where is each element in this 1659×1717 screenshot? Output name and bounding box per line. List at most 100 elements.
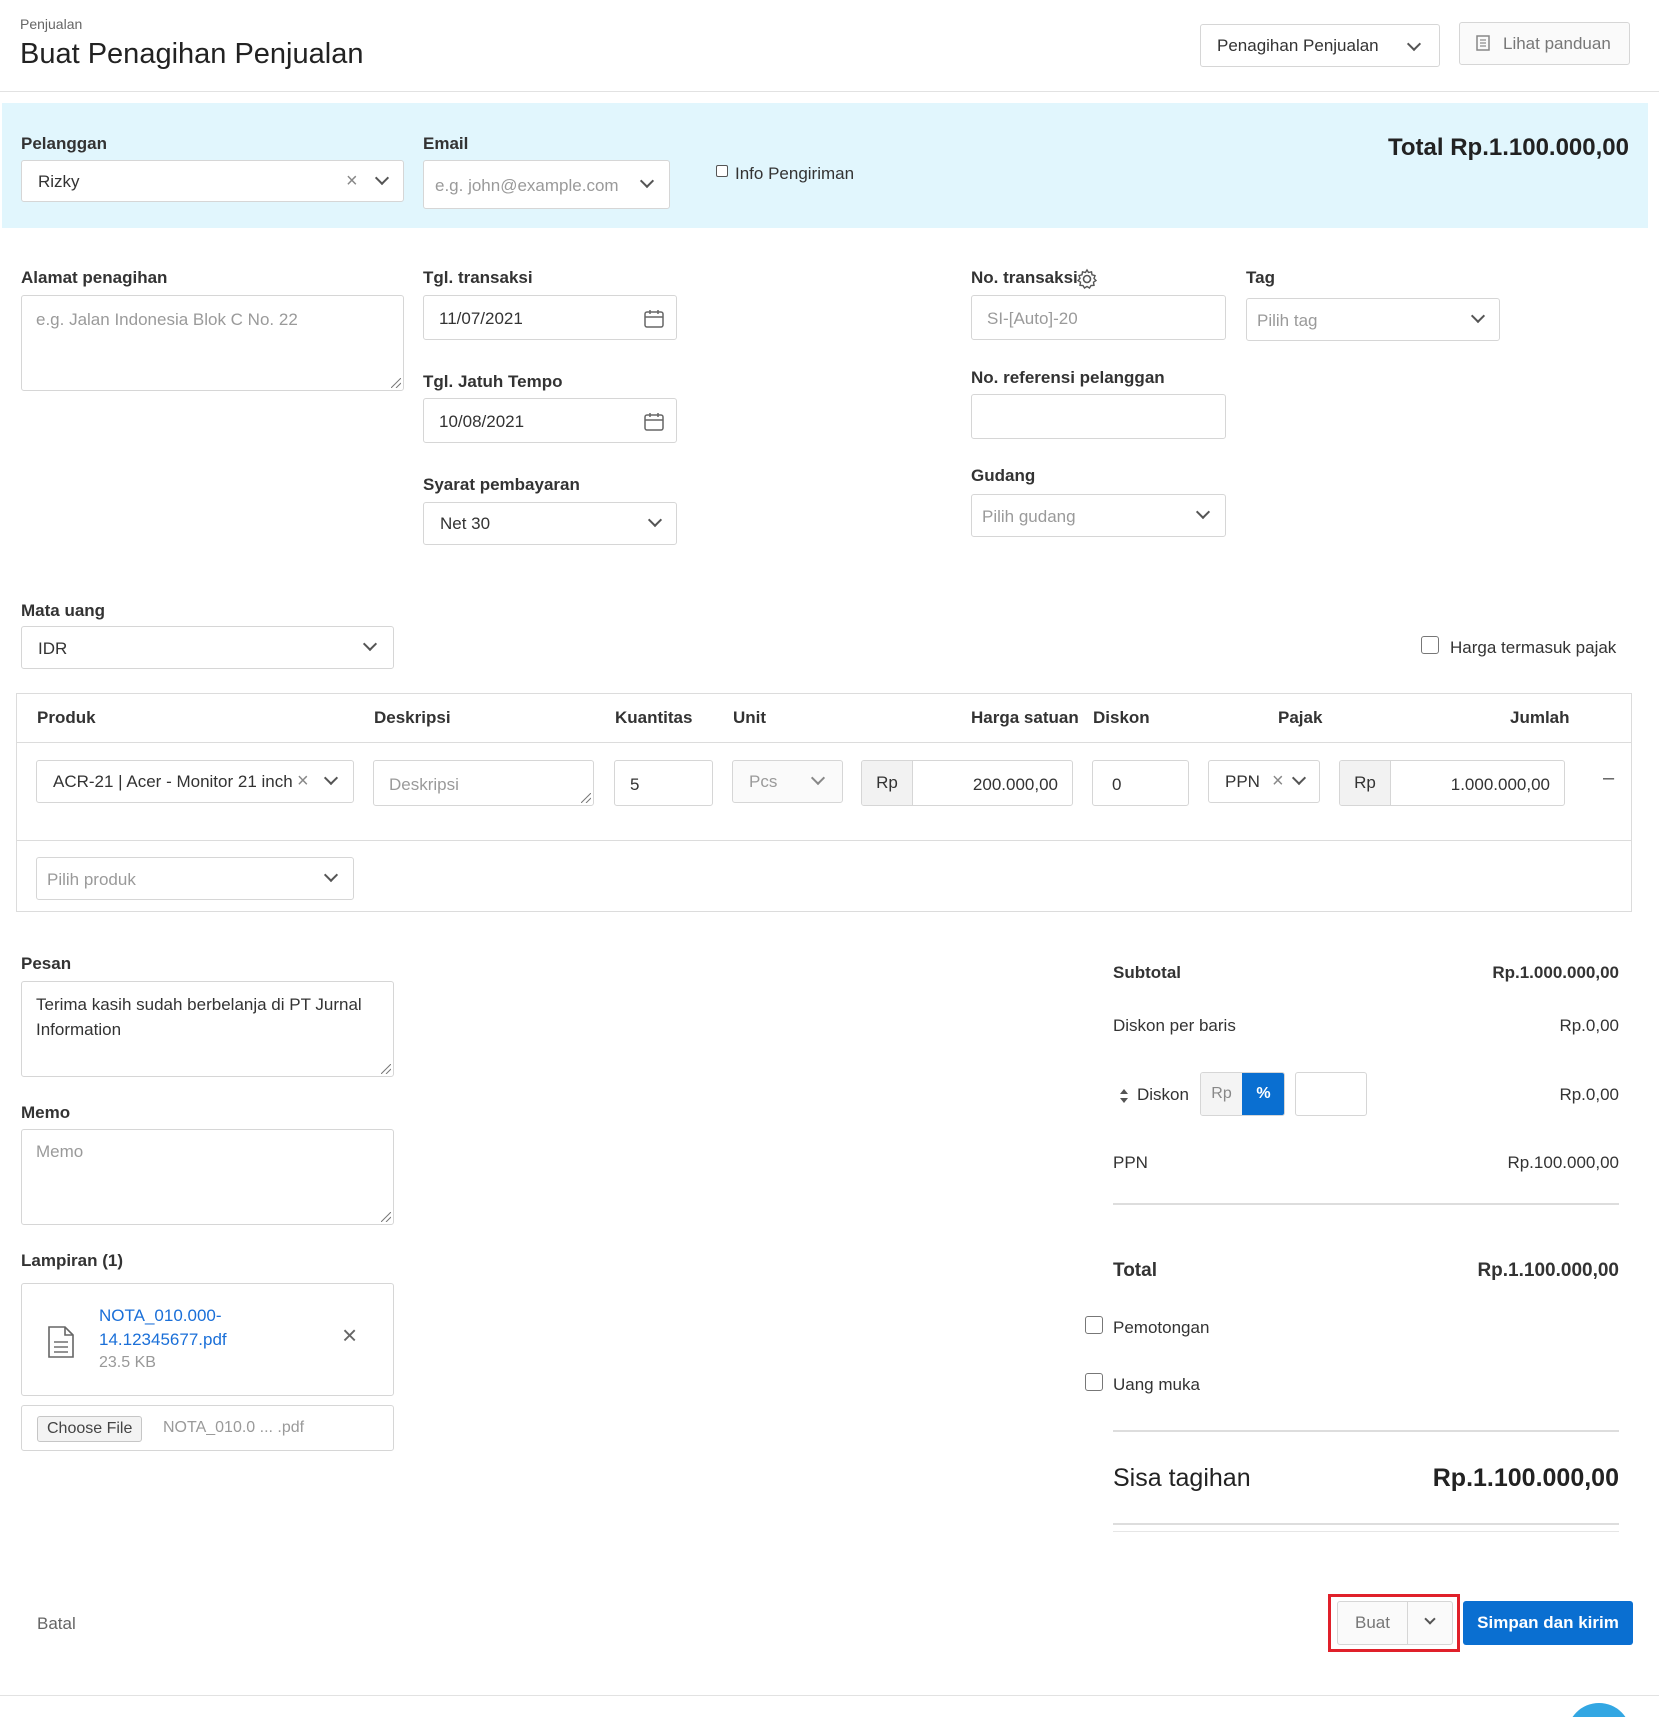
calendar-icon[interactable] (644, 412, 664, 431)
book-icon (1476, 35, 1490, 51)
gear-icon[interactable] (1076, 268, 1098, 290)
tax-select[interactable]: PPN × (1208, 760, 1320, 803)
create-button[interactable]: Buat (1338, 1602, 1408, 1644)
warehouse-select[interactable]: Pilih gudang (971, 494, 1226, 537)
add-product-select[interactable]: Pilih produk (36, 857, 354, 900)
clear-icon[interactable]: × (297, 771, 309, 791)
guide-button[interactable]: Lihat panduan (1459, 22, 1630, 65)
amount-prefix: Rp (1340, 761, 1391, 805)
payment-terms-label: Syarat pembayaran (423, 475, 580, 494)
shipping-info-checkbox[interactable] (716, 165, 728, 177)
sort-icon[interactable] (1119, 1088, 1129, 1104)
resize-handle-icon[interactable] (581, 793, 591, 803)
header-description: Deskripsi (374, 708, 451, 727)
quantity-field[interactable]: 5 (614, 760, 713, 806)
transaction-no-field[interactable]: SI-[Auto]-20 (971, 295, 1226, 340)
choose-file-button[interactable]: Choose File (37, 1416, 143, 1442)
unit-price-field[interactable]: Rp 200.000,00 (861, 760, 1073, 806)
description-placeholder: Deskripsi (389, 775, 459, 794)
withholding-label: Pemotongan (1113, 1318, 1210, 1337)
tax-value: PPN (1225, 772, 1260, 791)
customer-ref-field[interactable] (971, 394, 1226, 439)
balance-label: Sisa tagihan (1113, 1464, 1251, 1492)
transaction-no-label: No. transaksi (971, 268, 1078, 287)
resize-handle-icon[interactable] (391, 378, 401, 388)
amount-field: Rp 1.000.000,00 (1339, 760, 1565, 806)
header-unit: Unit (733, 708, 767, 727)
unit-price-value: 200.000,00 (972, 775, 1058, 794)
price-incl-tax-checkbox[interactable] (1421, 636, 1439, 654)
chat-widget-button[interactable] (1567, 1703, 1631, 1717)
description-field[interactable]: Deskripsi (373, 760, 594, 806)
resize-handle-icon[interactable] (381, 1212, 391, 1222)
currency-label: Mata uang (21, 601, 106, 620)
clear-icon[interactable]: × (346, 171, 358, 191)
calendar-icon[interactable] (644, 309, 664, 328)
tag-select[interactable]: Pilih tag (1246, 298, 1500, 341)
message-label: Pesan (21, 954, 72, 973)
warehouse-placeholder: Pilih gudang (982, 507, 1076, 526)
attachment-name-line2: 14.12345677.pdf (99, 1330, 227, 1349)
summary-divider (1113, 1523, 1619, 1525)
breadcrumb[interactable]: Penjualan (20, 16, 82, 32)
discount-field[interactable]: 0 (1092, 760, 1189, 806)
customer-select[interactable]: Rizky × (21, 160, 404, 202)
chevron-down-icon (647, 512, 663, 528)
header-product: Produk (37, 708, 96, 727)
summary-divider (1113, 1430, 1619, 1432)
create-options-button[interactable] (1408, 1602, 1453, 1644)
warehouse-label: Gudang (971, 466, 1036, 485)
tag-label: Tag (1246, 268, 1275, 287)
withholding-checkbox[interactable] (1085, 1316, 1103, 1334)
email-label: Email (423, 134, 469, 153)
unit-select[interactable]: Pcs (732, 760, 843, 803)
subtotal-value: Rp.1.000.000,00 (1492, 963, 1619, 982)
transaction-date-field[interactable]: 11/07/2021 (423, 295, 677, 340)
page-bottom-border (0, 1695, 1659, 1696)
file-picker[interactable]: Choose File NOTA_010.0 ... .pdf (21, 1405, 394, 1451)
attachment-file-link[interactable]: NOTA_010.000- 14.12345677.pdf (99, 1304, 227, 1352)
billing-address-label: Alamat penagihan (21, 268, 168, 287)
guide-button-label: Lihat panduan (1503, 34, 1611, 53)
attachment-size: 23.5 KB (99, 1354, 156, 1371)
customer-label: Pelanggan (21, 134, 107, 153)
currency-select[interactable]: IDR (21, 626, 394, 669)
save-and-send-button[interactable]: Simpan dan kirim (1463, 1601, 1633, 1645)
header-discount: Diskon (1093, 708, 1150, 727)
discount-rp-button[interactable]: Rp (1201, 1073, 1242, 1115)
chosen-file-name: NOTA_010.0 ... .pdf (163, 1419, 305, 1436)
resize-handle-icon[interactable] (381, 1064, 391, 1074)
discount-type-toggle: Rp % (1200, 1072, 1285, 1116)
chevron-down-icon (1291, 770, 1307, 786)
chevron-down-icon (1406, 36, 1422, 52)
line-discount-value: Rp.0,00 (1559, 1016, 1619, 1035)
currency-value: IDR (38, 639, 68, 658)
price-incl-tax-label: Harga termasuk pajak (1450, 638, 1617, 657)
memo-label: Memo (21, 1103, 71, 1122)
billing-address-field[interactable]: e.g. Jalan Indonesia Blok C No. 22 (21, 295, 404, 391)
discount-value: 0 (1112, 775, 1122, 794)
transaction-type-value: Penagihan Penjualan (1217, 36, 1379, 55)
due-date-label: Tgl. Jatuh Tempo (423, 372, 563, 391)
email-field[interactable]: e.g. john@example.com (423, 160, 670, 209)
down-payment-checkbox[interactable] (1085, 1373, 1103, 1391)
add-product-placeholder: Pilih produk (47, 870, 136, 889)
clear-icon[interactable]: × (1272, 771, 1284, 791)
chevron-down-icon (639, 173, 655, 189)
due-date-field[interactable]: 10/08/2021 (423, 398, 677, 443)
transaction-type-select[interactable]: Penagihan Penjualan (1200, 24, 1440, 67)
chevron-down-icon (362, 636, 378, 652)
attachment-name-line1: NOTA_010.000- (99, 1306, 222, 1325)
discount-input[interactable] (1295, 1072, 1367, 1116)
chevron-down-icon (1195, 504, 1211, 520)
due-date-value: 10/08/2021 (439, 412, 525, 431)
discount-percent-button[interactable]: % (1242, 1073, 1284, 1115)
discount-value: Rp.0,00 (1559, 1085, 1619, 1104)
payment-terms-select[interactable]: Net 30 (423, 502, 677, 545)
message-field[interactable]: Terima kasih sudah berbelanja di PT Jurn… (21, 981, 394, 1077)
product-select[interactable]: ACR-21 | Acer - Monitor 21 inch × (36, 760, 354, 803)
memo-field[interactable]: Memo (21, 1129, 394, 1225)
close-icon[interactable]: × (342, 1322, 357, 1348)
remove-row-button[interactable]: – (1603, 767, 1614, 790)
cancel-button[interactable]: Batal (37, 1614, 76, 1634)
